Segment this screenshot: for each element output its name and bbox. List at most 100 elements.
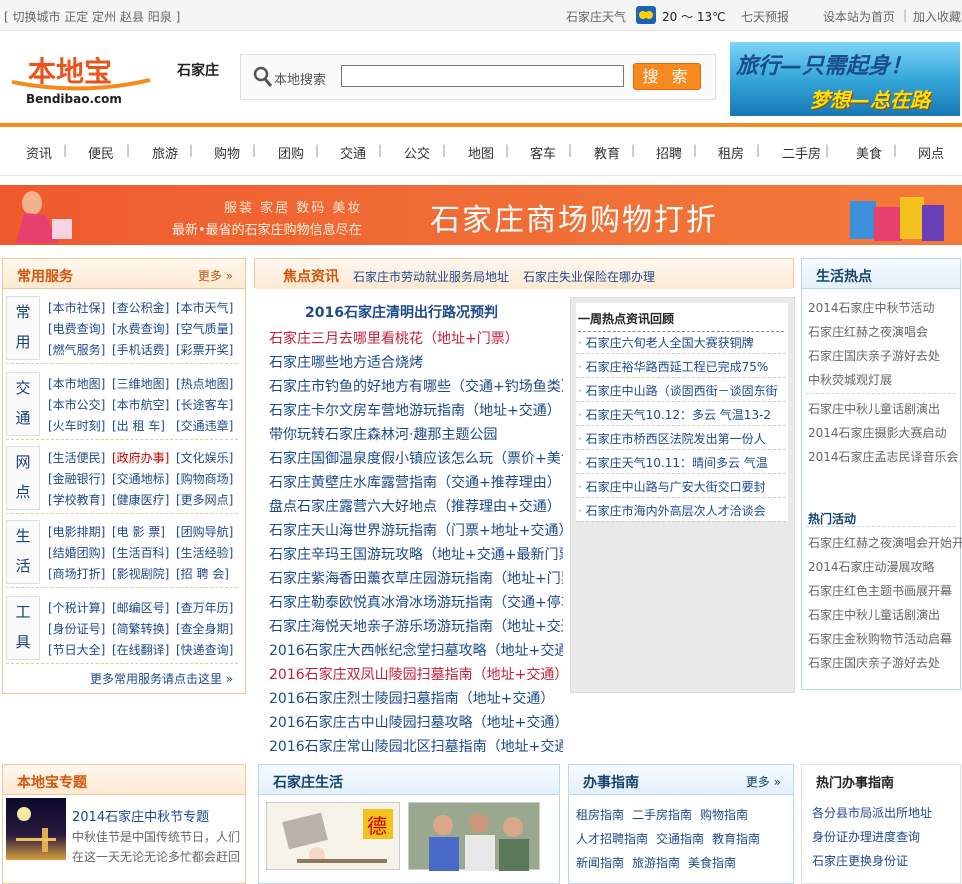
site-logo[interactable]: 本地宝 bbox=[12, 52, 152, 91]
service-link[interactable]: [身份证号] bbox=[48, 619, 112, 640]
weekly-hot-item[interactable]: · 石家庄市桥西区法院发出第一份人 bbox=[578, 430, 788, 447]
hot-event-item[interactable]: 石家庄中秋儿童话剧演出 bbox=[808, 606, 962, 623]
weekly-hot-item[interactable]: · 石家庄裕华路西延工程已完成75% bbox=[578, 358, 788, 375]
service-link[interactable]: [热点地图] bbox=[176, 374, 240, 395]
service-link[interactable]: [影视剧院] bbox=[112, 564, 176, 585]
service-link[interactable]: [空气质量] bbox=[176, 319, 240, 340]
service-link[interactable]: [电费查询] bbox=[48, 319, 112, 340]
service-link[interactable]: [快递查询] bbox=[176, 640, 240, 661]
guide-link[interactable]: 二手房指南 bbox=[632, 806, 692, 823]
service-link[interactable]: [健康医疗] bbox=[112, 490, 176, 511]
service-link[interactable]: [节日大全] bbox=[48, 640, 112, 661]
service-link[interactable]: [生活经验] bbox=[176, 543, 240, 564]
focus-news-item[interactable]: 盘点石家庄露营六大好地点（推荐理由+交通） bbox=[269, 496, 563, 516]
guide-link[interactable]: 租房指南 bbox=[576, 806, 624, 823]
service-link[interactable]: [燃气服务] bbox=[48, 340, 112, 361]
service-link[interactable]: [生活百科] bbox=[112, 543, 176, 564]
hot-guide-link[interactable]: 各分县市局派出所地址 bbox=[812, 804, 932, 821]
nav-item-1[interactable]: 便民 bbox=[88, 143, 114, 162]
add-favorite-link[interactable]: 加入收藏 bbox=[913, 8, 961, 25]
topic-thumbnail[interactable] bbox=[6, 798, 66, 860]
hot-guide-link[interactable]: 石家庄更换身份证 bbox=[812, 852, 908, 869]
focus-news-item[interactable]: 石家庄海悦天地亲子游乐场游玩指南（地址+交通） bbox=[269, 616, 563, 636]
focus-news-item[interactable]: 2016石家庄常山陵园北区扫墓指南（地址+交通） bbox=[269, 736, 563, 756]
life-hot-item[interactable]: 石家庄红赫之夜演唱会 bbox=[808, 323, 962, 340]
nav-item-9[interactable]: 教育 bbox=[594, 143, 620, 162]
service-link[interactable]: [购物商场] bbox=[176, 469, 240, 490]
guide-link[interactable]: 交通指南 bbox=[656, 830, 704, 847]
service-link[interactable]: [结婚团购] bbox=[48, 543, 112, 564]
nav-item-2[interactable]: 旅游 bbox=[152, 143, 178, 162]
nav-item-8[interactable]: 客车 bbox=[530, 143, 556, 162]
focus-news-item[interactable]: 石家庄紫海香田薰衣草庄园游玩指南（地址+门票） bbox=[269, 568, 563, 588]
focus-news-item[interactable]: 2016石家庄大西帐纪念堂扫墓攻略（地址+交通） bbox=[269, 640, 563, 660]
life-hot-item[interactable]: 石家庄国庆亲子游好去处 bbox=[808, 347, 962, 364]
weekly-hot-item[interactable]: · 石家庄市海内外高层次人才洽谈会 bbox=[578, 502, 788, 519]
travel-ad-banner[interactable]: 旅行—只需起身！ 梦想—总在路上！ bbox=[730, 42, 960, 116]
guide-link[interactable]: 人才招聘指南 bbox=[576, 830, 648, 847]
focus-news-item[interactable]: 石家庄国御温泉度假小镇应该怎么玩（票价+美食） bbox=[269, 448, 563, 468]
service-link[interactable]: [火车时刻] bbox=[48, 416, 112, 437]
services-more-footer[interactable]: 更多常用服务请点击这里 » bbox=[90, 670, 233, 687]
focus-news-item[interactable]: 2016石家庄烈士陵园扫墓指南（地址+交通） bbox=[269, 688, 563, 708]
focus-news-item[interactable]: 2016石家庄古中山陵园扫墓攻略（地址+交通） bbox=[269, 712, 563, 732]
focus-news-item[interactable]: 石家庄三月去哪里看桃花（地址+门票） bbox=[269, 328, 563, 348]
weekly-hot-item[interactable]: · 石家庄六旬老人全国大赛获铜牌 bbox=[578, 334, 788, 351]
service-link[interactable]: [学校教育] bbox=[48, 490, 112, 511]
weekly-hot-item[interactable]: · 石家庄天气10.12：多云 气温13-2 bbox=[578, 406, 788, 423]
guide-link[interactable]: 美食指南 bbox=[688, 854, 736, 871]
nav-item-5[interactable]: 交通 bbox=[340, 143, 366, 162]
service-link[interactable]: [团购导航] bbox=[176, 522, 240, 543]
weekly-hot-item[interactable]: · 石家庄中山路与广安大街交口要封 bbox=[578, 478, 788, 495]
service-link[interactable]: [查万年历] bbox=[176, 598, 240, 619]
nav-item-6[interactable]: 公交 bbox=[404, 143, 430, 162]
hot-event-item[interactable]: 石家庄金秋购物节活动启幕 bbox=[808, 630, 962, 647]
set-home-link[interactable]: 设本站为首页 bbox=[823, 8, 895, 25]
nav-item-10[interactable]: 招聘 bbox=[656, 143, 682, 162]
nav-item-0[interactable]: 资讯 bbox=[26, 143, 52, 162]
service-link[interactable]: [邮编区号] bbox=[112, 598, 176, 619]
service-link[interactable]: [政府办事] bbox=[112, 448, 176, 469]
nav-item-12[interactable]: 二手房 bbox=[782, 143, 821, 162]
search-button[interactable]: 搜 索 bbox=[633, 63, 701, 90]
service-link[interactable]: [更多网点] bbox=[176, 490, 240, 511]
service-link[interactable]: [本市社保] bbox=[48, 298, 112, 319]
service-link[interactable]: [交通地标] bbox=[112, 469, 176, 490]
life-hot-item[interactable]: 2014石家庄孟志民译音乐会 bbox=[808, 448, 962, 465]
service-link[interactable]: [水费查询] bbox=[112, 319, 176, 340]
service-link[interactable]: [电影排期] bbox=[48, 522, 112, 543]
focus-news-item[interactable]: 石家庄卡尔文房车营地游玩指南（地址+交通） bbox=[269, 400, 563, 420]
service-link[interactable]: [个税计算] bbox=[48, 598, 112, 619]
focus-news-item[interactable]: 石家庄市钓鱼的好地方有哪些（交通+钓场鱼类） bbox=[269, 376, 563, 396]
focus-news-item[interactable]: 带你玩转石家庄森林河·趣那主题公园 bbox=[269, 424, 563, 444]
service-link[interactable]: [简繁转换] bbox=[112, 619, 176, 640]
hot-event-item[interactable]: 2014石家庄动漫展攻略 bbox=[808, 558, 962, 575]
search-input[interactable] bbox=[341, 65, 624, 87]
guide-link[interactable]: 旅游指南 bbox=[632, 854, 680, 871]
life-hot-item[interactable]: 中秋荧城观灯展 bbox=[808, 371, 962, 388]
switch-city-link[interactable]: [ 切换城市 正定 定州 赵县 阳泉 ] bbox=[4, 8, 180, 25]
hot-event-item[interactable]: 石家庄国庆亲子游好去处 bbox=[808, 654, 962, 671]
life-image-2[interactable] bbox=[408, 802, 540, 871]
guide-link[interactable]: 购物指南 bbox=[700, 806, 748, 823]
focus-news-item[interactable]: 石家庄哪些地方适合烧烤 bbox=[269, 352, 563, 372]
weather-city-link[interactable]: 石家庄天气 bbox=[566, 8, 626, 25]
service-link[interactable]: [招 聘 会] bbox=[176, 564, 240, 585]
weekly-hot-item[interactable]: · 石家庄天气10.11：晴间多云 气温 bbox=[578, 454, 788, 471]
focus-news-item[interactable]: 石家庄黄壁庄水库露营指南（交通+推荐理由） bbox=[269, 472, 563, 492]
weekly-hot-item[interactable]: · 石家庄中山路（谈固西街－谈固东街 bbox=[578, 382, 788, 399]
shopping-banner[interactable]: 服装 家居 数码 美妆 最新•最省的石家庄购物信息尽在 石家庄商场购物打折 bbox=[0, 185, 962, 245]
life-hot-item[interactable]: 2014石家庄中秋节活动 bbox=[808, 299, 962, 316]
nav-item-13[interactable]: 美食 bbox=[856, 143, 882, 162]
service-link[interactable]: [本市航空] bbox=[112, 395, 176, 416]
service-link[interactable]: [三维地图] bbox=[112, 374, 176, 395]
hot-guide-link[interactable]: 身份证办理进度查询 bbox=[812, 828, 920, 845]
services-more-link[interactable]: 更多 » bbox=[198, 267, 233, 284]
service-link[interactable]: [商场打折] bbox=[48, 564, 112, 585]
service-link[interactable]: [电 影 票] bbox=[112, 522, 176, 543]
focus-tab-2[interactable]: 石家庄失业保险在哪办理 bbox=[523, 268, 655, 285]
service-link[interactable]: [文化娱乐] bbox=[176, 448, 240, 469]
service-link[interactable]: [长途客车] bbox=[176, 395, 240, 416]
guide-link[interactable]: 教育指南 bbox=[712, 830, 760, 847]
guide-more-link[interactable]: 更多 » bbox=[746, 773, 781, 790]
